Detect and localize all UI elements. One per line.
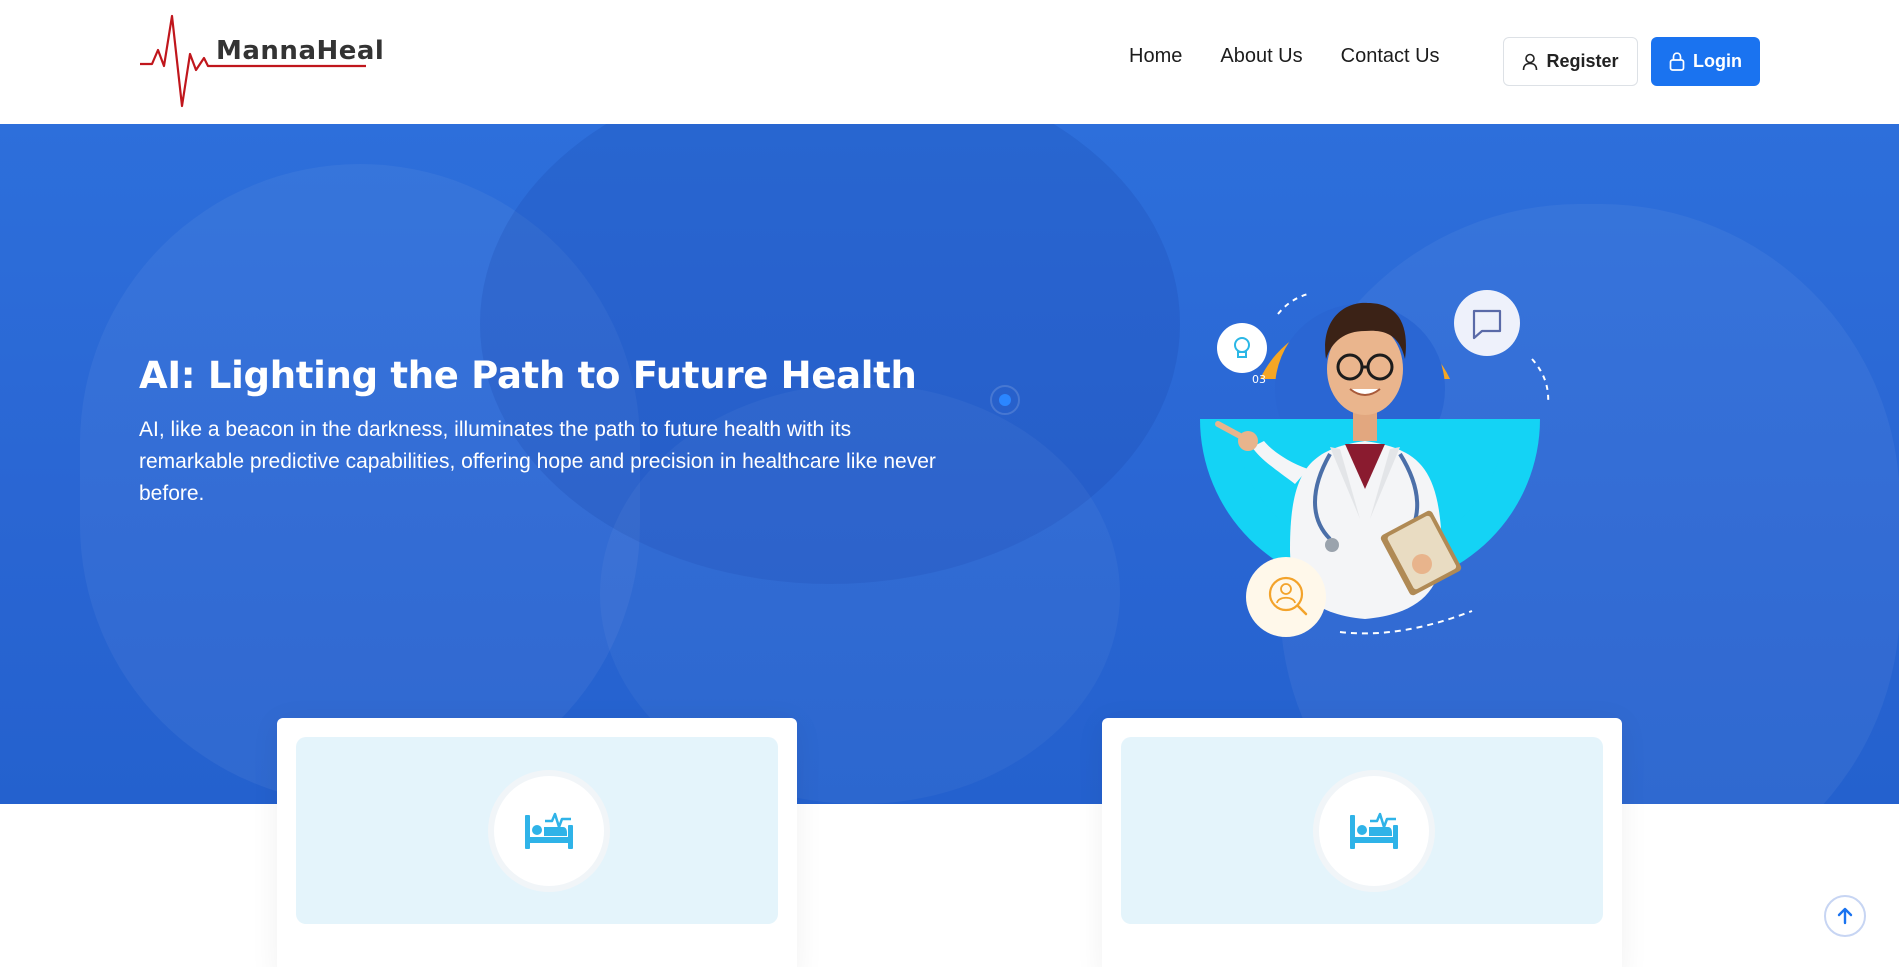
hospital-bed-icon bbox=[525, 812, 573, 849]
doctor-illustration: 03 bbox=[1200, 290, 1550, 637]
register-label: Register bbox=[1546, 51, 1619, 71]
doctor-search-icon bbox=[1246, 557, 1326, 637]
login-label: Login bbox=[1693, 51, 1742, 71]
scroll-to-top-button[interactable] bbox=[1824, 895, 1866, 937]
lock-icon bbox=[1669, 52, 1685, 71]
site-header: MannaHeal Home About Us Contact Us Regis… bbox=[0, 0, 1899, 124]
nav-about-us[interactable]: About Us bbox=[1220, 45, 1302, 68]
slider-dot[interactable] bbox=[990, 385, 1020, 415]
service-card[interactable] bbox=[277, 718, 797, 967]
nav-home[interactable]: Home bbox=[1129, 45, 1182, 68]
main-nav: Home About Us Contact Us bbox=[1129, 45, 1440, 68]
card-header bbox=[296, 737, 778, 924]
register-button[interactable]: Register bbox=[1503, 37, 1638, 86]
brand-logo[interactable]: MannaHeal bbox=[138, 14, 384, 109]
nav-contact-us[interactable]: Contact Us bbox=[1341, 45, 1440, 68]
hospital-bed-icon bbox=[1350, 812, 1398, 849]
user-icon bbox=[1523, 53, 1538, 70]
login-button[interactable]: Login bbox=[1651, 37, 1760, 86]
hero-description: AI, like a beacon in the darkness, illum… bbox=[139, 418, 936, 505]
brand-name: MannaHeal bbox=[216, 36, 385, 66]
arrow-up-icon bbox=[1837, 907, 1853, 925]
lightbulb-icon bbox=[1217, 323, 1267, 373]
service-card[interactable] bbox=[1102, 718, 1622, 967]
card-header bbox=[1121, 737, 1603, 924]
card-icon-circle bbox=[488, 770, 610, 892]
hero-section: AI: Lighting the Path to Future Health A… bbox=[0, 124, 1899, 804]
badge-number: 03 bbox=[1252, 373, 1266, 386]
hero-title: AI: Lighting the Path to Future Health bbox=[139, 354, 917, 397]
card-icon-circle bbox=[1313, 770, 1435, 892]
chat-bubble-icon bbox=[1454, 290, 1520, 356]
